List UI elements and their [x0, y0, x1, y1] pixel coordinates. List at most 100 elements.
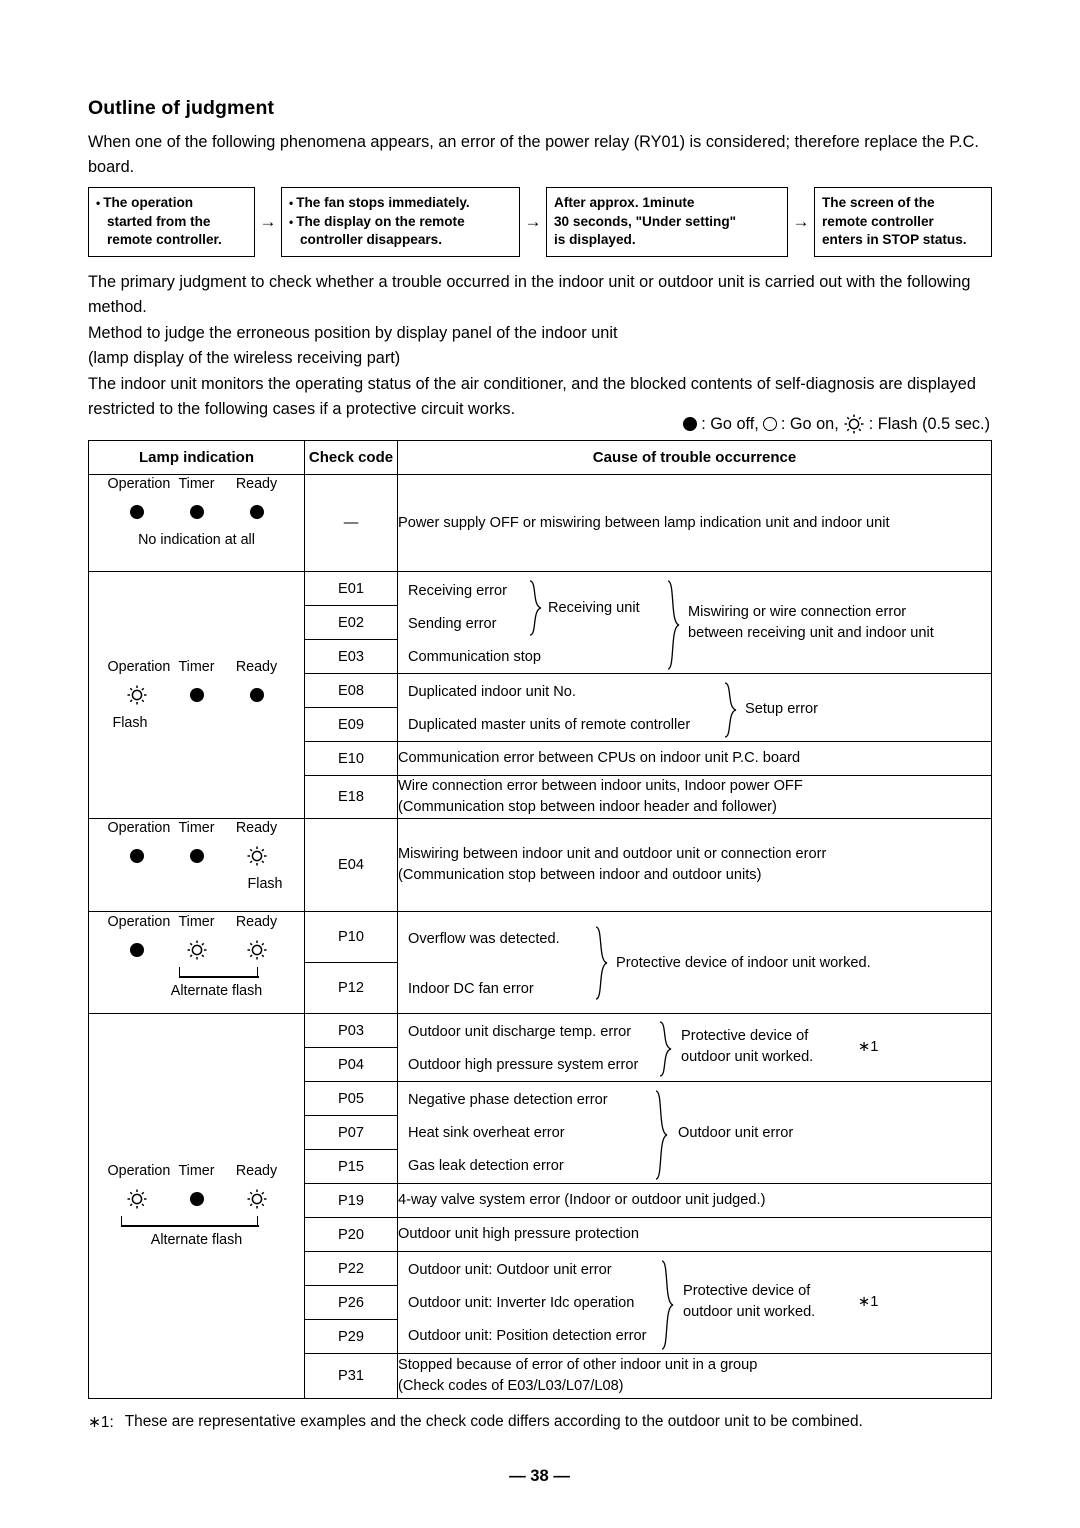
label-outdoor-unit-error: Outdoor unit error: [678, 1125, 794, 1141]
flow-box-2: • The fan stops immediately. • The displ…: [281, 187, 520, 257]
cause-cell-e04: Miswiring between indoor unit and outdoo…: [397, 818, 992, 912]
lamp-label-operation: Operation: [107, 1163, 171, 1179]
alternate-flash-bracket: [97, 966, 297, 978]
check-code-cell: P20: [304, 1217, 398, 1252]
cause-overflow-detected: Overflow was detected.: [408, 930, 560, 947]
cause-position-detection-error: Outdoor unit: Position detection error: [408, 1328, 647, 1344]
lamp-flash-icon: [126, 684, 148, 706]
check-code-cell: P29: [304, 1319, 398, 1354]
lamp-off-icon: [129, 942, 144, 957]
check-code-cell: P10: [304, 911, 398, 963]
flow-box-1: • The operation started from the remote …: [88, 187, 255, 257]
cause-cell: Outdoor unit high pressure protection: [397, 1217, 992, 1252]
lamp-group-no-indication: Operation Timer Ready No indication at a…: [88, 474, 305, 572]
brace-setup-error-icon: [724, 681, 737, 738]
lamp-off-icon: [683, 417, 698, 431]
cause-e04-line-1: Miswiring between indoor unit and outdoo…: [398, 846, 827, 862]
flow-box-1-line-2: started from the: [107, 213, 211, 229]
lamp-off-icon: [249, 505, 264, 519]
flow-box-4: The screen of the remote controller ente…: [814, 187, 992, 257]
cause-high-pressure-system-error: Outdoor high pressure system error: [408, 1056, 639, 1073]
lamp-caption-alternate-flash: Alternate flash: [170, 982, 263, 999]
cause-communication-stop: Communication stop: [408, 648, 542, 665]
label-setup-error: Setup error: [745, 700, 819, 717]
flow-box-2-line-1: The fan stops immediately.: [296, 195, 470, 210]
lamp-off-icon: [189, 687, 204, 702]
flow-box-4-line-3: enters in STOP status.: [822, 232, 967, 248]
lamp-legend: : Go off, : Go on, : Flash (0.5 sec.): [683, 413, 990, 435]
footnote-text: These are representative examples and th…: [124, 1413, 863, 1430]
method-paragraph: Method to judge the erroneous position b…: [88, 321, 988, 370]
lamp-label-ready: Ready: [235, 820, 278, 836]
lamp-label-timer: Timer: [178, 913, 215, 930]
bullet-icon: •: [96, 196, 101, 210]
check-code-cell: P03: [304, 1013, 398, 1048]
lamp-group-timer-ready-alt: Operation Timer Ready Alternate flash: [88, 911, 305, 1014]
method-line-2: (lamp display of the wireless receiving …: [88, 348, 401, 367]
lamp-label-timer: Timer: [178, 658, 215, 675]
lamp-label-operation: Operation: [107, 658, 171, 675]
check-code-cell: E04: [304, 818, 398, 912]
check-code-cell: E08: [304, 673, 398, 708]
asterisk-note-2: ∗1: [858, 1294, 879, 1310]
flow-box-2-line-2: The display on the remote: [296, 213, 465, 229]
lamp-group-operation-ready-alt: Operation Timer Ready Alternate flash: [88, 1013, 305, 1399]
brace-indoor-protective-icon: [595, 925, 608, 1000]
table-header-row: Lamp indication Check code Cause of trou…: [88, 440, 992, 475]
legend-go-on-label: : Go on,: [780, 414, 839, 433]
lamp-label-ready: Ready: [235, 476, 278, 492]
cause-p31-line-2: (Check codes of E03/L03/L07/L08): [398, 1378, 624, 1394]
lamp-off-icon: [189, 505, 204, 519]
lamp-caption-no-indication: No indication at all: [138, 532, 255, 548]
flow-box-4-line-2: remote controller: [822, 213, 934, 229]
cause-inverter-idc-operation: Outdoor unit: Inverter Idc operation: [408, 1295, 635, 1311]
cause-heat-sink-overheat-error: Heat sink overheat error: [408, 1125, 565, 1141]
label-outdoor-protective-1: Protective device of outdoor unit worked…: [681, 1027, 814, 1065]
lamp-label-timer: Timer: [178, 1163, 215, 1179]
label-outdoor-protective-2: Protective device of outdoor unit worked…: [683, 1283, 816, 1320]
cause-group-receiving: Receiving error Sending error Communicat…: [397, 571, 992, 674]
check-code-cell: P19: [304, 1183, 398, 1218]
flow-box-3-line-2: 30 seconds, "Under setting": [554, 213, 737, 229]
check-code-cell: E01: [304, 571, 398, 606]
legend-flash-label: : Flash (0.5 sec.): [868, 414, 990, 433]
check-code-cell: E03: [304, 639, 398, 674]
flow-arrow-1: →: [259, 211, 277, 231]
lamp-flash-icon: [843, 413, 865, 435]
flow-box-2-line-3: controller disappears.: [300, 232, 443, 248]
intro-paragraph: When one of the following phenomena appe…: [88, 133, 979, 176]
lamp-flash-icon: [126, 1188, 148, 1210]
flow-box-4-line-1: The screen of the: [822, 195, 935, 210]
table-row: Operation Timer Ready: [88, 1013, 992, 1399]
check-code-cell: P04: [304, 1047, 398, 1082]
table-row: Operation Timer Ready No indication at a…: [88, 474, 992, 572]
cause-e18-line-2: (Communication stop between indoor heade…: [398, 799, 777, 815]
lamp-label-timer: Timer: [178, 476, 215, 492]
lamp-indication-table: Lamp indication Check code Cause of trou…: [88, 440, 992, 1399]
document-page: Outline of judgment When one of the foll…: [88, 0, 992, 1528]
label-indoor-protective: Protective device of indoor unit worked.: [616, 954, 871, 971]
legend-go-off-label: : Go off,: [701, 414, 759, 433]
cause-e18-line-1: Wire connection error between indoor uni…: [398, 778, 803, 794]
cause-sending-error: Sending error: [408, 615, 497, 632]
label-receiving-unit: Receiving unit: [548, 599, 640, 616]
check-code-cell: E09: [304, 707, 398, 742]
header-lamp-indication: Lamp indication: [88, 440, 305, 475]
check-code-cell: P26: [304, 1285, 398, 1320]
brace-receiving-unit-icon: [529, 579, 542, 636]
cause-group-outdoor-protective-1: Outdoor unit discharge temp. error Outdo…: [397, 1013, 992, 1082]
method-line-1: Method to judge the erroneous position b…: [88, 324, 618, 342]
lamp-off-icon: [249, 687, 264, 702]
cause-outdoor-unit-error: Outdoor unit: Outdoor unit error: [408, 1262, 612, 1278]
brace-miswiring-icon: [667, 579, 680, 670]
table-row: Operation Timer Ready: [88, 571, 992, 819]
check-code-cell: E02: [304, 605, 398, 640]
cause-group-outdoor-unit-error: Negative phase detection error Heat sink…: [397, 1081, 992, 1184]
flow-arrow-2: →: [524, 211, 542, 231]
check-code-cell: P05: [304, 1081, 398, 1116]
cause-negative-phase-error: Negative phase detection error: [408, 1092, 608, 1108]
header-check-code: Check code: [304, 440, 398, 475]
cause-gas-leak-error: Gas leak detection error: [408, 1158, 564, 1174]
lamp-label-operation: Operation: [107, 476, 171, 492]
cause-duplicated-master-units: Duplicated master units of remote contro…: [408, 716, 691, 733]
